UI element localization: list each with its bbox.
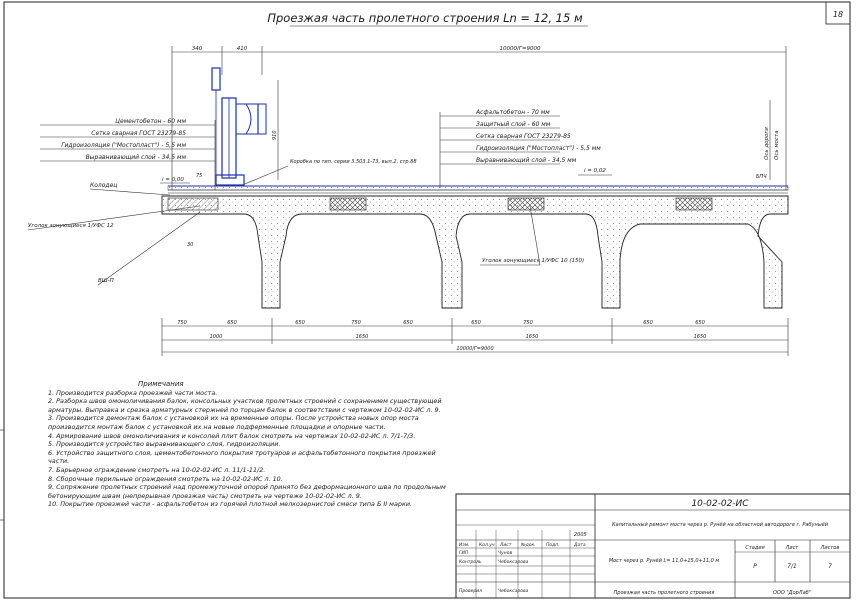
stamp-org: ООО "ДорЛаб" [773,590,811,596]
stamp-head-2: Лист [499,542,512,548]
note-7: 7. Барьерное ограждение смотреть на 10-0… [48,465,266,474]
stamp-name-0: Чунов [498,550,512,556]
stamp-drawing-name: Проезжая часть пролетного строения [614,590,715,596]
left-layer-4: Выравнивающий слой - 34,5 мм [86,154,187,161]
dim-r1-8: 650 [695,320,705,326]
note-8: 8. Сборочные перильные ограждения смотре… [48,474,283,483]
stamp-year: 2005 [574,532,587,538]
stamp-head-1: Кол.уч [479,542,495,548]
dim-r1-3: 750 [351,320,361,326]
dim-340: 340 [192,46,203,52]
notes-block: Примечания 1. Производится разборка прое… [48,380,448,509]
dim-410: 410 [237,46,248,52]
slope-right: i = 0,02 [584,168,606,174]
barrier-railing [211,67,267,186]
stamp-sheet-head: Лист [785,545,800,551]
stamp-head-5: Дата [573,542,586,548]
left-layer-1: Цементобетон - 60 мм [115,118,186,125]
sheet-number: 18 [833,10,843,19]
dim-30: 30 [187,242,193,248]
drawing-sheet: 18 Проезжая часть пролетного строения Ln… [0,1,851,599]
note-1: 1. Производится разборка проезжей части … [48,388,218,397]
note-9: 9. Сопряжение пролетных строений над про… [48,483,446,500]
right-layer-4: Гидроизоляция ("Мостопласт") - 5,5 мм [476,145,601,152]
dim-910: 910 [272,130,278,140]
note-4: 4. Армирование швов омоноличивания и кон… [48,431,416,440]
stamp-name-2: Чебоксарова [498,588,529,594]
dim-r1-0: 750 [177,320,187,326]
stamp-role-0: ГИП [459,550,469,556]
dim-r2-3: 1650 [694,334,707,340]
dim-r1-2: 650 [295,320,305,326]
right-layer-5: Выравнивающий слой - 34,5 мм [476,157,577,164]
dim-75: 75 [196,173,202,179]
stamp-sheet: 7/1 [787,563,797,570]
axis-road-label: Ось дороги [764,127,770,160]
stamp-sheets-head: Листов [820,545,840,551]
drawing-title: Проезжая часть пролетного строения Ln = … [267,11,583,25]
stamp-sheets: 7 [828,563,832,570]
dim-r1-4: 650 [403,320,413,326]
dim-overall: 10000/Г=9000 [499,46,541,52]
stamp-project: Капитальный ремонт моста через р. Рунёй … [612,522,829,528]
girders [161,195,789,309]
note-5: 5. Производится устройство выравнивающег… [48,440,281,449]
dim-total: 10000/Г=9000 [456,346,493,352]
stamp-code: 10-02-02-ИС [691,499,749,509]
stamp-head-3: №док. [520,542,536,548]
drain-note: Коробка по тип. серии 3.503.1-73, вып.2,… [290,159,417,165]
dim-r2-2: 1650 [526,334,539,340]
stamp-name-1: Чебоксарова [498,559,529,565]
stamp-object: Мост через р. Рунёй L= 11,0+15,0+11,0 м [609,558,720,564]
stamp-stage: Р [753,563,757,570]
notes-heading: Примечания [138,380,184,388]
dim-r1-6: 750 [523,320,533,326]
left-layer-3: Гидроизоляция ("Мостопласт") - 5,5 мм [61,142,186,149]
dim-row-1: 750 650 650 750 650 650 750 650 650 [177,320,705,326]
stamp-role-2: Проверил [459,588,482,594]
note-2: 2. Разборка швов омоноличивания балок, к… [48,397,442,414]
axis-bridge-label: Ось моста [774,130,780,160]
stamp-head-0: Изм. [459,542,470,548]
deck-surface [167,185,789,194]
dim-r1-1: 650 [227,320,237,326]
note-10: 10. Покрытие проезжей части - асфальтобе… [48,500,413,509]
left-layer-2: Сетка сварная ГОСТ 23279-85 [91,130,186,137]
right-layer-1: Асфальтобетон - 70 мм [475,109,550,116]
slope-left: i = 0,00 [162,177,184,183]
reinf-right-label: Уголок зонующиеся 1/УФС 10 (150) [482,258,584,264]
right-layer-3: Сетка сварная ГОСТ 23279-85 [476,133,571,140]
dim-r2-0: 1000 [210,334,223,340]
kerb-label: Колодец [90,182,117,189]
stamp-head-4: Подп. [546,542,560,548]
stamp-stage-head: Стадия [745,545,764,551]
right-layer-2: Защитный слой - 60 мм [476,121,551,128]
dim-r2-1: 1650 [356,334,369,340]
dim-r1-5: 650 [471,320,481,326]
wp-label: БПЧ [756,174,767,180]
top-dimensions: 340 410 10000/Г=9000 [171,46,787,190]
note-3: 3. Производится демонтаж балок с установ… [48,414,419,431]
stamp-role-1: Контроль [459,559,482,565]
dim-r1-7: 650 [643,320,653,326]
note-6: 6. Устройство защитного слоя, цементобет… [48,448,436,466]
